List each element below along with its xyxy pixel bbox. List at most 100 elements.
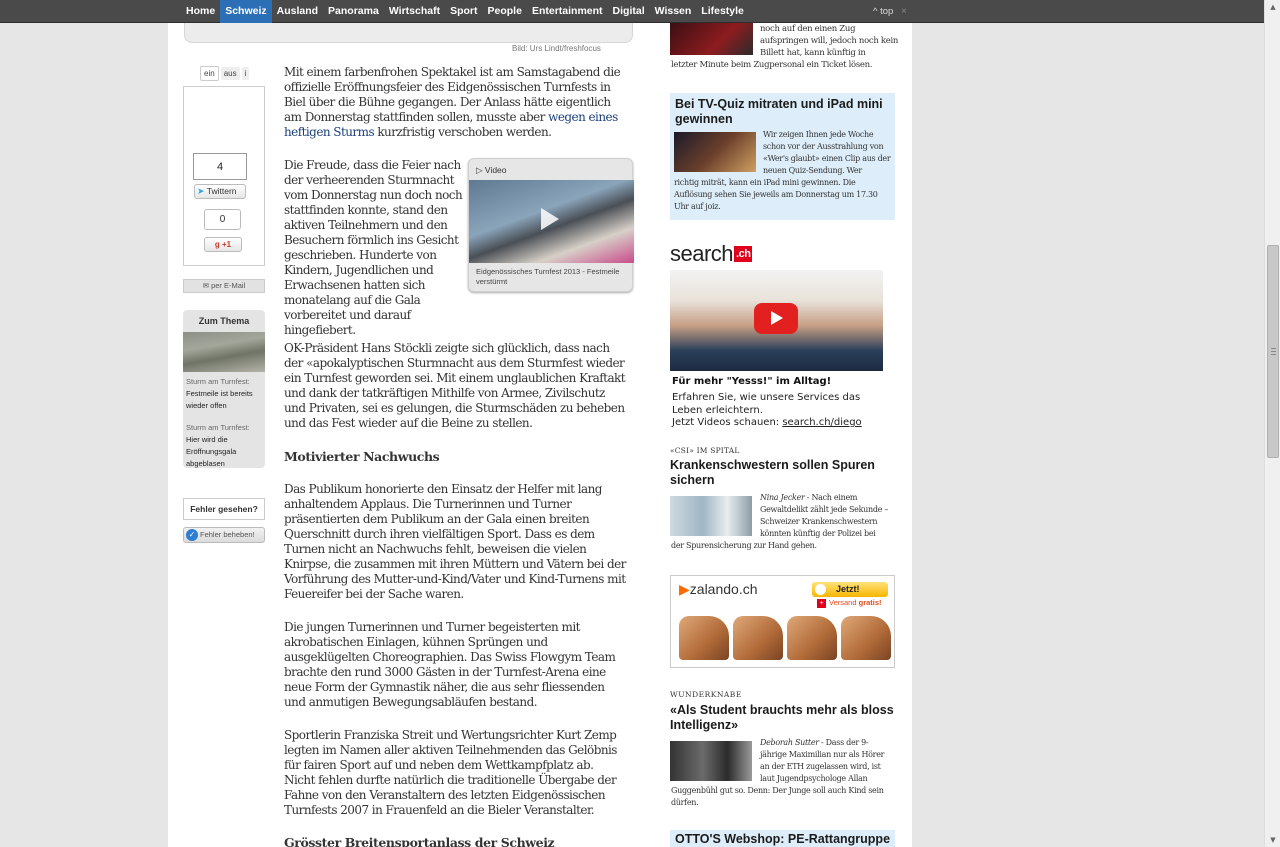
wunderknabe-text-end: Guggenbühl gut so. Denn: Der Junge soll … [671,786,884,807]
top-nav-bar: Home Schweiz Ausland Panorama Wirtschaft… [0,0,1264,23]
nav-item-lifestyle[interactable]: Lifestyle [696,0,749,23]
video-label-text: Video [484,165,507,175]
search-ad-link[interactable]: search.ch/diego [782,417,861,428]
zalando-play-icon: ▶ [679,581,690,597]
related-link-2[interactable]: Sturm am Turnfest: Hier wird die Eröffnu… [186,422,264,470]
social-toggle-off[interactable]: aus [220,67,240,80]
back-to-top-link[interactable]: ^ top [873,0,893,23]
csi-title[interactable]: Krankenschwestern sollen Spuren sichern [670,458,900,488]
wunderknabe-author: Deborah Sutter [760,738,819,747]
otto-teaser-title[interactable]: OTTO'S Webshop: PE-Rattangruppe [675,832,890,846]
article-paragraph-5: Die jungen Turnerinnen und Turner begeis… [284,620,616,709]
train-teaser-text-end[interactable]: letzter Minute beim Zugpersonal ein Tick… [671,59,901,71]
video-teaser[interactable]: ▷ Video Eidgenössisches Turnfest 2013 - … [468,158,634,292]
shoe-image[interactable] [841,616,891,660]
scrollbar-thumb[interactable] [1267,245,1279,458]
youtube-play-icon[interactable] [754,303,798,334]
article-paragraph-1: Mit einem farbenfrohen Spektakel ist am … [284,65,626,140]
search-ad-cta-text: Jetzt Videos schauen: [672,417,783,428]
csi-author: Nina Jecker [760,493,805,502]
search-ch-logo-suffix: .ch [734,246,753,262]
tv-quiz-text-end: richtig miträt, kann ein iPad mini gewin… [674,178,878,211]
tv-quiz-teaser[interactable]: Bei TV-Quiz mitraten und iPad mini gewin… [670,93,895,220]
search-ad-headline: Für mehr "Yesss!" im Alltag! [672,376,832,387]
nav-item-wirtschaft[interactable]: Wirtschaft [384,0,445,23]
search-ad-body: Erfahren Sie, wie unsere Services das Le… [672,392,861,416]
nav-item-home[interactable]: Home [181,0,220,23]
email-share-button[interactable]: ✉ per E-Mail [183,279,265,293]
vertical-scrollbar[interactable]: ▲ ▼ [1264,0,1280,847]
zalando-shipping: + Versand gratis! [817,598,882,608]
nav-item-panorama[interactable]: Panorama [323,0,384,23]
gplus-button[interactable]: g +1 [204,237,242,252]
social-toggle: ein aus i [200,66,250,81]
tv-quiz-image[interactable] [674,132,756,172]
zalando-logo-text: zalando.ch [689,581,758,597]
nav-item-digital[interactable]: Digital [608,0,650,23]
zalando-shipping-text: Versand [829,598,859,607]
search-ch-logo-word: search [670,241,734,266]
social-toggle-on[interactable]: ein [200,66,219,81]
csi-text: Nina Jecker - Nach einem Gewaltdelikt zä… [760,492,893,540]
search-ch-logo: search .ch [670,241,753,267]
fix-error-label: Fehler beheben! [200,530,255,539]
tweet-button[interactable]: ➤ Twittern [194,184,246,199]
related-link-1[interactable]: Sturm am Turnfest: Festmeile ist bereits… [186,376,264,412]
swiss-cross-icon: + [817,599,826,608]
related-topics-image[interactable] [183,332,265,372]
wunderknabe-title[interactable]: «Als Student brauchts mehr als bloss Int… [670,703,900,733]
tv-quiz-title[interactable]: Bei TV-Quiz mitraten und iPad mini gewin… [675,97,890,127]
image-credit: Bild: Urs Lindt/freshfocus [512,44,601,53]
envelope-icon: ✉ [202,281,209,290]
shoe-image[interactable] [679,616,729,660]
zalando-ad[interactable]: ▶zalando.ch Jetzt! + Versand gratis! [670,575,895,668]
csi-image[interactable] [670,496,752,536]
csi-text-end: der Spurensicherung zur Hand gehen. [671,541,817,550]
close-icon[interactable]: × [901,0,907,23]
error-report-label: Fehler gesehen? [183,498,265,520]
csi-kicker: «CSI» IM SPITAL [670,446,740,455]
search-ch-ad[interactable]: search .ch Für mehr "Yesss!" im Alltag! E… [670,241,883,433]
article-subheading-2: Grösster Breitensportanlass der Schweiz [284,835,555,847]
otto-teaser[interactable]: OTTO'S Webshop: PE-Rattangruppe [670,830,895,847]
cta-circle-icon [815,584,826,595]
twitter-bird-icon: ➤ [197,186,205,196]
gplus-button-label: +1 [222,240,232,249]
article-subheading-1: Motivierter Nachwuchs [284,449,440,464]
zalando-cta-button[interactable]: Jetzt! [812,582,888,597]
nav-item-ausland[interactable]: Ausland [272,0,323,23]
train-teaser-image[interactable] [670,23,753,55]
scroll-down-arrow-icon[interactable]: ▼ [1265,833,1280,847]
related-link-2-text: Hier wird die Eröffnungsgala abgeblasen [186,435,237,468]
article-paragraph-1-end: kurzfristig verschoben werden. [374,125,552,139]
email-share-label: per E-Mail [211,281,246,290]
gplus-icon: g [214,240,220,249]
scrollbar-grip-icon [1271,348,1276,355]
tv-quiz-text: Wir zeigen Ihnen jede Woche schon vor de… [763,130,891,175]
video-label: ▷ Video [476,165,507,176]
article-paragraph-4: Das Publikum honorierte den Einsatz der … [284,482,626,601]
tweet-button-label: Twittern [206,186,237,196]
wunderknabe-text: Deborah Sutter - Dass der 9-jährige Maxi… [760,737,893,785]
scroll-up-arrow-icon[interactable]: ▲ [1265,0,1280,14]
article-paragraph-3: OK-Präsident Hans Stöckli zeigte sich gl… [284,341,626,430]
train-teaser-text[interactable]: noch auf den einen Zug aufspringen will,… [760,23,900,59]
article-paragraph-6: Sportlerin Franziska Streit und Wertungs… [284,728,617,817]
shoe-image[interactable] [733,616,783,660]
nav-item-entertainment[interactable]: Entertainment [527,0,608,23]
search-ad-cta: Jetzt Videos schauen: search.ch/diego [672,417,862,428]
nav-item-schweiz[interactable]: Schweiz [220,0,272,23]
nav-item-people[interactable]: People [483,0,527,23]
nav-item-sport[interactable]: Sport [445,0,482,23]
fix-error-button[interactable]: ✓ Fehler beheben! [183,527,265,543]
play-icon[interactable] [541,208,559,230]
tweet-count: 4 [193,153,247,180]
video-caption: Eidgenössisches Turnfest 2013 - Festmeil… [476,267,620,286]
wunderknabe-kicker: WUNDERKNABE [670,690,742,699]
shoe-image[interactable] [787,616,837,660]
related-link-1-text: Festmeile ist bereits wieder offen [186,389,253,410]
related-topics-box: Zum Thema Sturm am Turnfest: Festmeile i… [183,310,265,468]
info-icon[interactable]: i [241,67,250,80]
nav-item-wissen[interactable]: Wissen [650,0,697,23]
wunderknabe-image[interactable] [670,741,752,781]
